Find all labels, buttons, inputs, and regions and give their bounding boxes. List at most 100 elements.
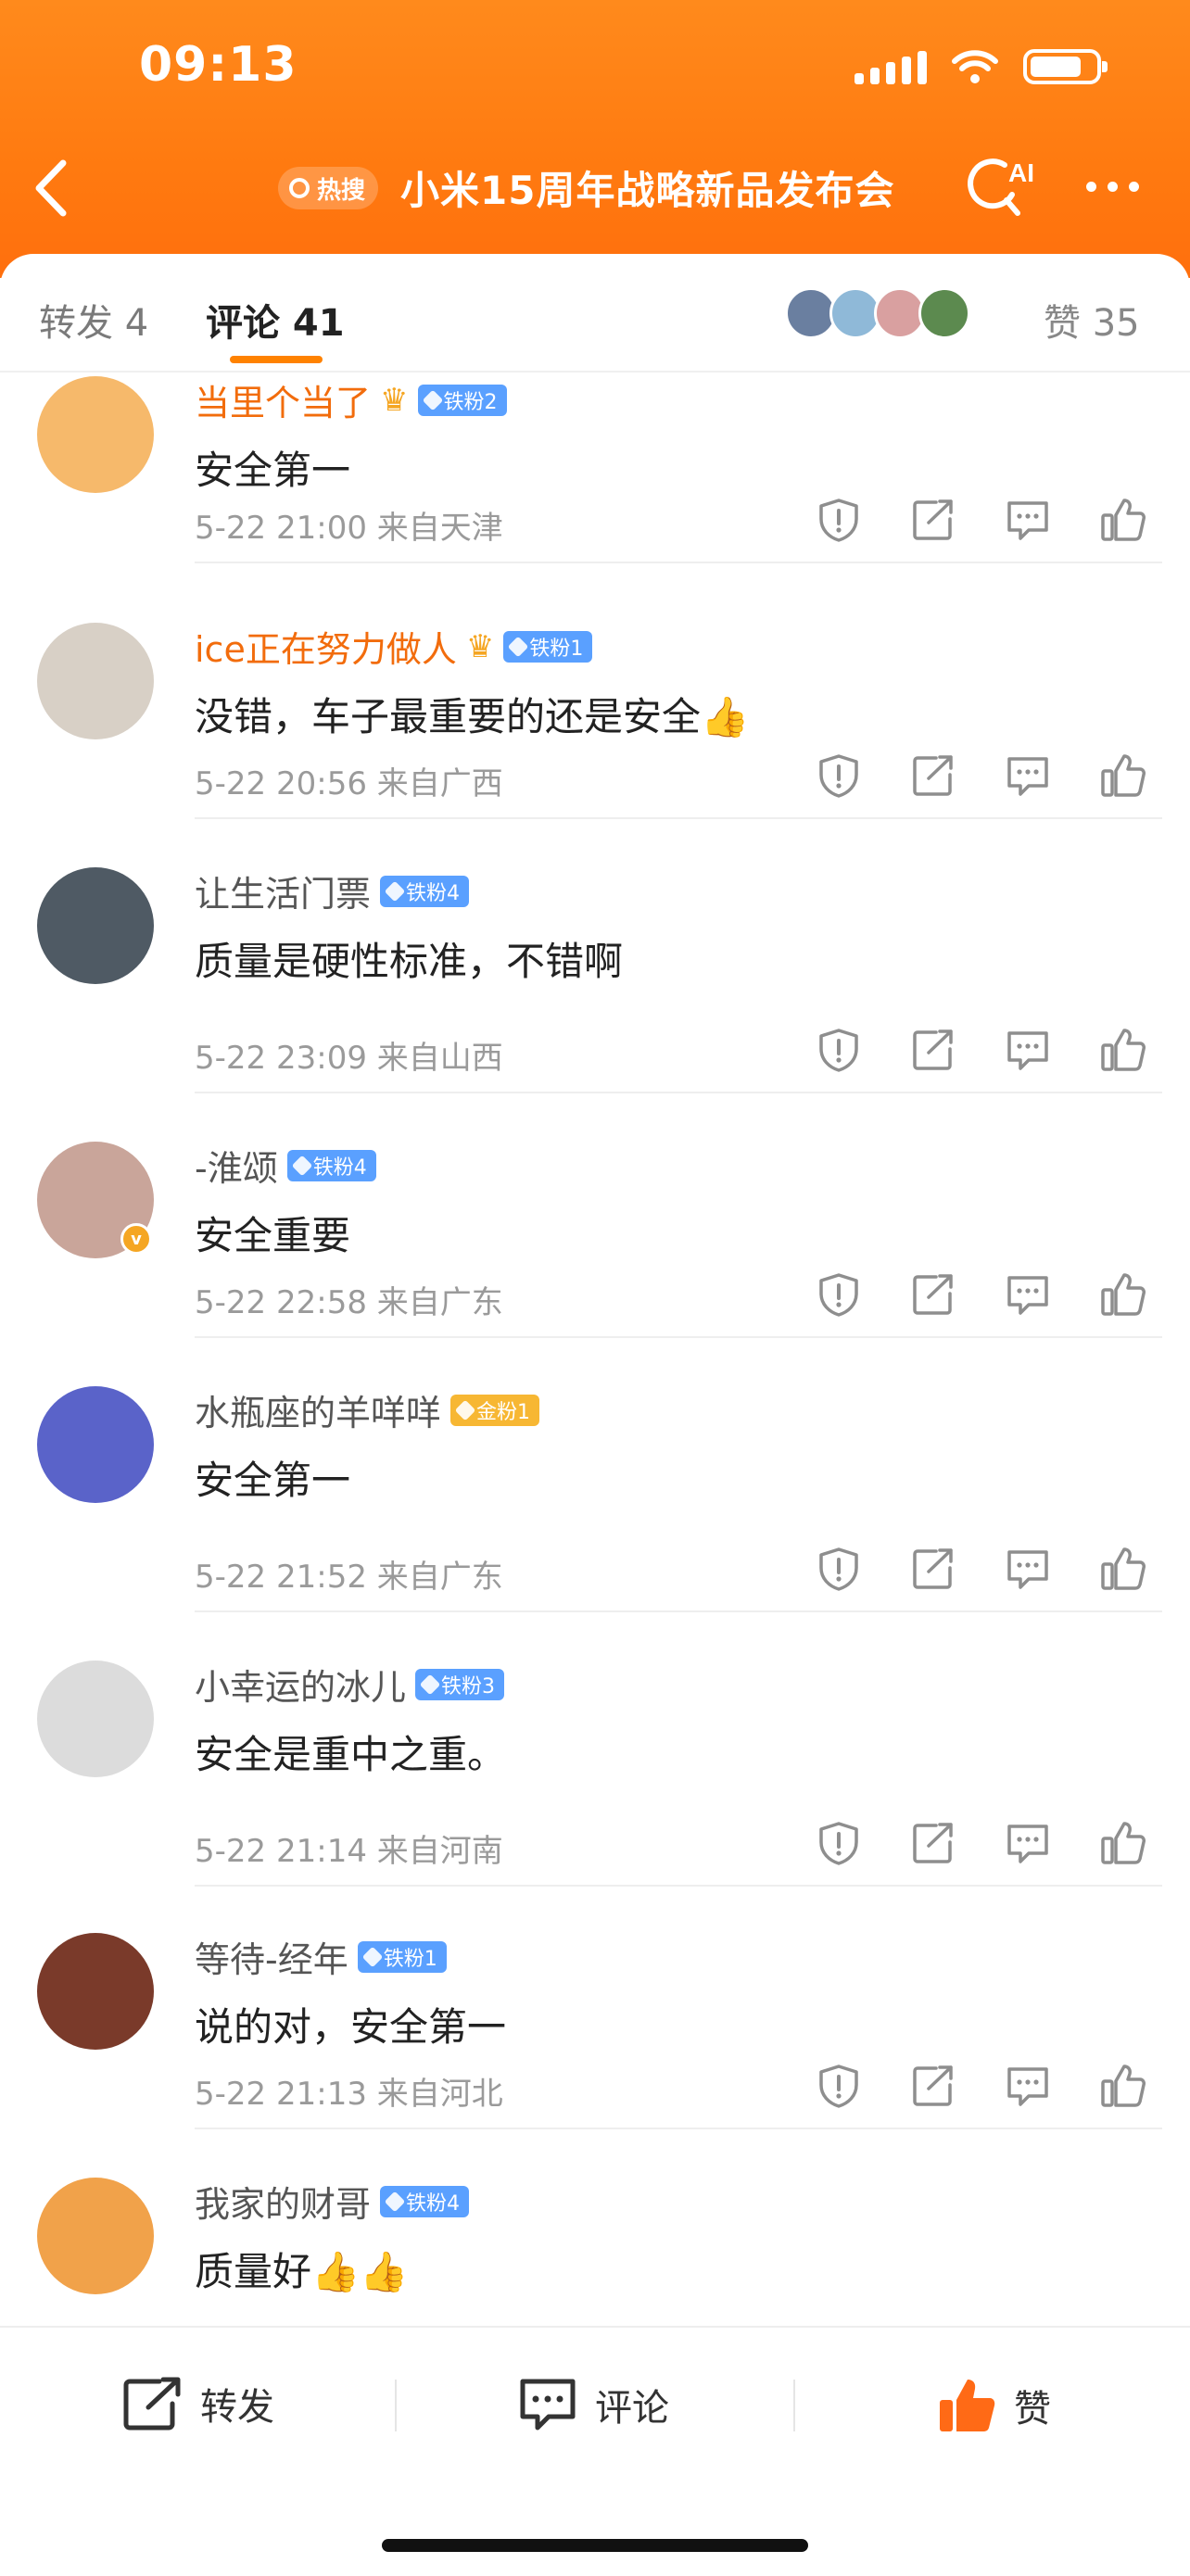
like-icon[interactable] <box>1099 1027 1146 1073</box>
avatar[interactable] <box>37 623 154 739</box>
comment-header: 小幸运的冰儿 铁粉3 <box>195 1659 505 1710</box>
comment-header: 我家的财哥 铁粉4 <box>195 2176 470 2227</box>
comment-username[interactable]: 小幸运的冰儿 <box>195 1659 406 1710</box>
fan-badge-label: 铁粉1 <box>529 637 584 661</box>
fan-badge[interactable]: 铁粉4 <box>380 875 470 907</box>
like-icon[interactable] <box>1099 1820 1146 1866</box>
like-icon[interactable] <box>1099 1546 1146 1592</box>
share-icon[interactable] <box>910 497 956 543</box>
fan-badge[interactable]: 铁粉4 <box>286 1149 376 1181</box>
comment-username[interactable]: 当里个当了 <box>195 374 371 425</box>
like-icon[interactable] <box>1099 2063 1146 2109</box>
top-header: 09:13 热搜 小米15周年战略新品发布会 AI <box>0 0 1190 278</box>
fan-badge-label: 铁粉1 <box>383 1947 437 1971</box>
tab-comments[interactable]: 评论 41 <box>206 293 345 347</box>
ai-search-icon[interactable]: AI <box>964 154 1038 219</box>
avatar[interactable] <box>37 376 154 493</box>
reply-icon[interactable] <box>1005 497 1051 543</box>
avatar[interactable] <box>37 1933 154 2050</box>
share-icon[interactable] <box>910 752 956 799</box>
avatar[interactable] <box>37 1386 154 1503</box>
report-icon[interactable] <box>816 1820 862 1866</box>
report-icon[interactable] <box>816 1271 862 1318</box>
fan-badge[interactable]: 铁粉2 <box>417 384 507 416</box>
report-icon[interactable] <box>816 752 862 799</box>
like-icon[interactable] <box>1099 1271 1146 1318</box>
comment-text: 说的对，安全第一 <box>195 2004 507 2050</box>
share-icon[interactable] <box>910 1820 956 1866</box>
fan-badge[interactable]: 铁粉1 <box>503 630 593 663</box>
divider <box>195 562 1162 563</box>
comment-header: 当里个当了 ♛ 铁粉2 <box>195 374 507 425</box>
bottom-action-bar: 转发 评论 赞 <box>0 2326 1190 2576</box>
reply-icon[interactable] <box>1005 2063 1051 2109</box>
report-icon[interactable] <box>816 1546 862 1592</box>
comment-username[interactable]: 等待-经年 <box>195 1931 348 1982</box>
fan-badge[interactable]: 铁粉1 <box>357 1940 447 1973</box>
hot-search-tag[interactable]: 热搜 <box>278 167 379 209</box>
comment-timestamp: 5-22 20:56 来自广西 <box>195 765 503 802</box>
like-icon[interactable] <box>1099 752 1146 799</box>
comment-text: 没错，车子最重要的还是安全👍 <box>195 694 750 739</box>
share-icon[interactable] <box>910 1271 956 1318</box>
reply-icon[interactable] <box>1005 1027 1051 1073</box>
divider <box>195 1092 1162 1093</box>
gem-icon <box>422 389 443 410</box>
comment-label: 评论 <box>595 2387 669 2430</box>
report-icon[interactable] <box>816 497 862 543</box>
repost-label: 转发 <box>200 2386 274 2429</box>
like-icon[interactable] <box>1099 497 1146 543</box>
hot-search-label: 热搜 <box>317 176 366 205</box>
avatar[interactable] <box>37 2178 154 2294</box>
comment-header: 让生活门票 铁粉4 <box>195 865 470 916</box>
gem-icon <box>419 1673 441 1695</box>
reply-icon[interactable] <box>1005 752 1051 799</box>
share-icon[interactable] <box>910 1027 956 1073</box>
repost-button[interactable]: 转发 <box>122 2376 274 2431</box>
like-button[interactable]: 赞 <box>936 2376 1051 2435</box>
avatar[interactable] <box>37 1661 154 1777</box>
wifi-icon <box>952 50 998 83</box>
comment-username[interactable]: 水瓶座的羊咩咩 <box>195 1384 441 1435</box>
comment-header: -淮颂 铁粉4 <box>195 1140 376 1191</box>
comment-actions <box>816 497 1146 543</box>
more-options-icon[interactable] <box>1086 182 1139 192</box>
crown-icon: ♛ <box>465 627 495 665</box>
gem-icon <box>384 880 406 902</box>
reply-icon[interactable] <box>1005 1271 1051 1318</box>
comment-username[interactable]: 我家的财哥 <box>195 2176 371 2227</box>
page-title[interactable]: 小米15周年战略新品发布会 <box>400 159 894 216</box>
share-icon[interactable] <box>910 1546 956 1592</box>
tab-repost[interactable]: 转发 4 <box>39 293 148 347</box>
reply-icon[interactable] <box>1005 1820 1051 1866</box>
share-icon[interactable] <box>910 2063 956 2109</box>
comment-username[interactable]: 让生活门票 <box>195 865 371 916</box>
report-icon[interactable] <box>816 1027 862 1073</box>
gem-icon <box>384 2191 406 2212</box>
comment-button[interactable]: 评论 <box>517 2376 669 2433</box>
back-arrow-icon[interactable] <box>28 156 74 221</box>
reply-icon[interactable] <box>1005 1546 1051 1592</box>
cellular-signal-icon <box>855 49 927 84</box>
gem-icon <box>361 1946 384 1967</box>
comment-username[interactable]: ice正在努力做人 <box>195 621 457 672</box>
comment-actions <box>816 1820 1146 1866</box>
gem-icon <box>454 1399 476 1421</box>
report-icon[interactable] <box>816 2063 862 2109</box>
status-time: 09:13 <box>139 37 298 93</box>
avatar[interactable] <box>37 867 154 984</box>
comment-text: 安全是重中之重。 <box>195 1732 507 1777</box>
liker-avatars[interactable] <box>785 287 970 339</box>
fan-badge[interactable]: 金粉1 <box>450 1394 540 1426</box>
fan-badge[interactable]: 铁粉4 <box>380 2185 470 2217</box>
fan-badge-label: 金粉1 <box>476 1400 531 1424</box>
comment-username[interactable]: -淮颂 <box>195 1140 278 1191</box>
tab-likes[interactable]: 赞 35 <box>1044 293 1140 347</box>
comment-header: 等待-经年 铁粉1 <box>195 1931 447 1982</box>
status-icons <box>855 48 1108 85</box>
fan-badge[interactable]: 铁粉3 <box>415 1668 505 1700</box>
tab-active-indicator <box>230 356 323 363</box>
tab-bar: 转发 4 评论 41 赞 35 <box>0 254 1190 373</box>
divider <box>195 1336 1162 1338</box>
comment-actions <box>816 1271 1146 1318</box>
